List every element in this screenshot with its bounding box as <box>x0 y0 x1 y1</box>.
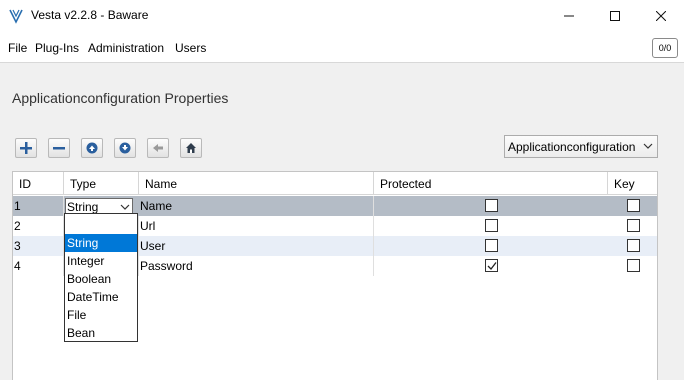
back-button[interactable] <box>147 138 169 158</box>
column-header-protected[interactable]: Protected <box>374 172 608 195</box>
protected-checkbox[interactable] <box>485 239 498 252</box>
add-icon <box>20 142 32 154</box>
minimize-button[interactable] <box>546 0 592 32</box>
move-down-button[interactable] <box>114 138 136 158</box>
chevron-down-icon <box>120 204 130 210</box>
configuration-select-value: Applicationconfiguration <box>508 140 636 154</box>
move-down-icon <box>119 142 131 154</box>
notification-counter[interactable]: 0/0 <box>652 38 678 58</box>
close-icon <box>656 11 666 21</box>
cell-id: 2 <box>13 216 64 236</box>
column-header-type[interactable]: Type <box>64 172 139 195</box>
dropdown-option-boolean[interactable]: Boolean <box>65 270 137 288</box>
cell-name: Url <box>139 216 374 236</box>
key-checkbox[interactable] <box>627 219 640 232</box>
protected-checkbox[interactable] <box>485 199 498 212</box>
key-checkbox[interactable] <box>627 259 640 272</box>
menu-bar: File Plug-Ins Administration Users <box>0 32 684 62</box>
cell-name: Name <box>139 196 374 216</box>
key-checkbox[interactable] <box>627 199 640 212</box>
key-checkbox[interactable] <box>627 239 640 252</box>
move-up-icon <box>86 142 98 154</box>
menu-users[interactable]: Users <box>175 41 206 55</box>
configuration-select[interactable]: Applicationconfiguration <box>504 135 658 158</box>
window-title: Vesta v2.2.8 - Baware <box>31 8 149 22</box>
title-bar: Vesta v2.2.8 - Baware <box>0 0 684 32</box>
type-combo-value: String <box>67 200 99 214</box>
cell-id: 1 <box>13 196 64 216</box>
close-button[interactable] <box>638 0 684 32</box>
remove-button[interactable] <box>48 138 70 158</box>
remove-icon <box>53 147 65 150</box>
home-icon <box>186 143 196 153</box>
dropdown-option-datetime[interactable]: DateTime <box>65 288 137 306</box>
column-header-key[interactable]: Key <box>608 172 657 195</box>
dropdown-option-string[interactable]: String <box>65 234 137 252</box>
maximize-button[interactable] <box>592 0 638 32</box>
dropdown-option-bean[interactable]: Bean <box>65 324 137 342</box>
menu-file[interactable]: File <box>8 41 27 55</box>
cell-name: User <box>139 236 374 256</box>
chevron-down-icon <box>643 143 653 149</box>
type-dropdown-list: String Integer Boolean DateTime File Bea… <box>64 213 138 342</box>
menu-plug-ins[interactable]: Plug-Ins <box>35 41 79 55</box>
back-icon <box>153 144 163 152</box>
move-up-button[interactable] <box>81 138 103 158</box>
protected-checkbox[interactable] <box>485 259 498 272</box>
column-header-name[interactable]: Name <box>139 172 374 195</box>
menu-administration[interactable]: Administration <box>88 41 164 55</box>
table-header: ID Type Name Protected Key <box>13 172 657 195</box>
column-header-id[interactable]: ID <box>13 172 64 195</box>
cell-id: 4 <box>13 256 64 276</box>
cell-id: 3 <box>13 236 64 256</box>
home-button[interactable] <box>180 138 202 158</box>
checkmark-icon <box>487 262 497 270</box>
dropdown-option-integer[interactable]: Integer <box>65 252 137 270</box>
protected-checkbox[interactable] <box>485 219 498 232</box>
add-button[interactable] <box>15 138 37 158</box>
minimize-icon <box>564 15 574 17</box>
cell-name: Password <box>139 256 374 276</box>
dropdown-option-file[interactable]: File <box>65 306 137 324</box>
page-title: Applicationconfiguration Properties <box>12 90 229 106</box>
maximize-icon <box>610 11 620 21</box>
dropdown-option-empty[interactable] <box>65 215 137 233</box>
vesta-logo-icon <box>9 9 23 24</box>
